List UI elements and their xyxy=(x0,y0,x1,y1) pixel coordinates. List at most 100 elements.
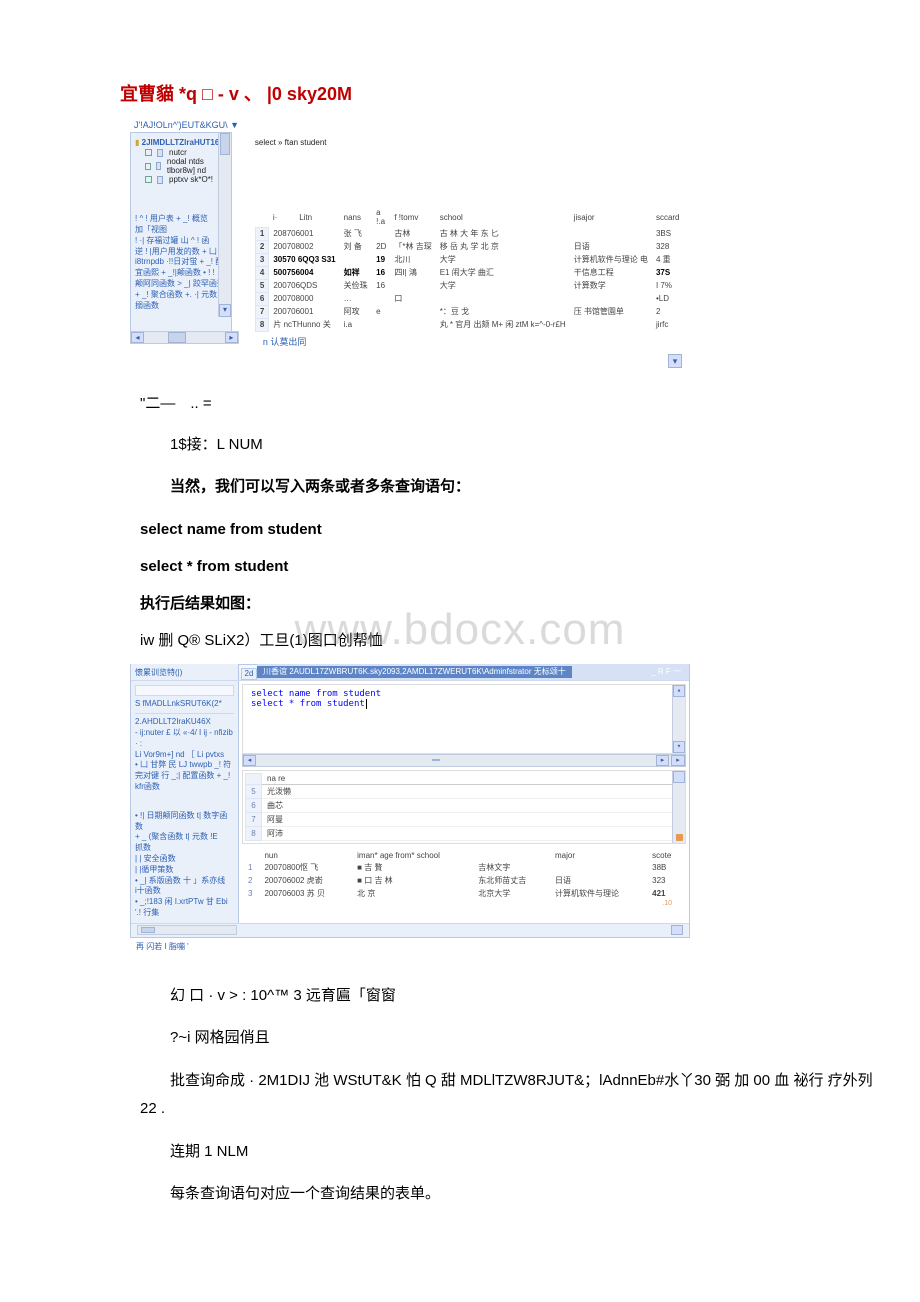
window-control-icons[interactable]: _ R F 一 xyxy=(651,666,681,677)
table-row[interactable]: 2200706002 虎嵛■ 口 吉 林东北师苗丈吉日语323 xyxy=(242,874,686,887)
result-grid-1: na re 5光泼懒 6曲芯 7阿曼 8阿沛 xyxy=(242,770,686,845)
table-row[interactable]: 8片 ncTHunno 关 i.a丸 * 官月 出颏 M+ 闲 ztM k=^-… xyxy=(255,318,683,331)
vertical-scrollbar[interactable]: ▴ ▾ xyxy=(672,685,685,753)
tree-line[interactable]: kfr函数 xyxy=(135,782,234,793)
active-query-tab[interactable]: 川香谊 2AUDL17ZWBRUT6K.sky2093,2AMDL17ZWERU… xyxy=(257,664,689,680)
scroll-left-button[interactable]: ◂ xyxy=(131,332,144,343)
scrollbar-thumb[interactable] xyxy=(141,927,155,933)
tree-line[interactable]: ! ^ ! 用户表 + _! 概览 xyxy=(135,214,227,225)
horizontal-scrollbar[interactable]: ◂ ▸ xyxy=(130,331,239,344)
table-row[interactable]: 7阿曼 xyxy=(246,813,684,827)
column-header[interactable]: nun xyxy=(258,850,351,861)
tree-root-row[interactable]: S fMADLLnkSRUT6K(2* xyxy=(135,699,234,710)
tree-node[interactable]: nutcr xyxy=(145,148,227,157)
tree-line[interactable]: • !| 日期颠同函数 t| 数字函 xyxy=(135,811,234,822)
tree-line[interactable]: 加「视图 xyxy=(135,225,227,236)
tree-line[interactable]: i8trnpdb ·!!日对蛍 + _! 配 xyxy=(135,257,227,268)
table-row[interactable]: 1208706001张 飞古林古 林 大 年 东 匕3BS xyxy=(255,227,683,240)
tree-line[interactable]: ! ·| 存福过罐 山 ^ ! 函 xyxy=(135,236,227,247)
scroll-up-button[interactable] xyxy=(673,771,685,783)
column-header[interactable]: i· xyxy=(269,207,295,227)
row-number: 5 xyxy=(246,785,262,799)
column-header[interactable]: jisajor xyxy=(570,207,652,227)
column-header[interactable]: na re xyxy=(262,773,684,785)
column-header[interactable]: nans xyxy=(340,207,373,227)
doc-text: iw 删 Q® SLiX2）工旦(1)图口创帮恤 xyxy=(140,627,890,654)
tree-line[interactable]: | | 安全函数 xyxy=(135,854,234,865)
scroll-down-button[interactable]: ▾ xyxy=(219,304,231,317)
tree-line[interactable]: 逆 ! |用户用发的数 + 凵 xyxy=(135,247,227,258)
tree-node[interactable]: pptxv sk*O*! xyxy=(145,175,227,184)
explorer-search-input[interactable] xyxy=(135,685,234,696)
tree-line[interactable]: Li Vor9m+] nd ［ Li pvtxs xyxy=(135,750,234,761)
scroll-up-button[interactable]: ▴ xyxy=(673,685,685,697)
doc-text: 幻 口 · v > : 10^™ 3 远育匾「窗窗 xyxy=(140,982,890,1011)
table-row[interactable]: 5200706QDS关俭珠16大学计算数学I 7% xyxy=(255,279,683,292)
column-header[interactable]: f !tomv xyxy=(390,207,435,227)
scrollbar-thumb[interactable] xyxy=(432,759,440,761)
scroll-end-button[interactable]: ▸ xyxy=(671,755,685,766)
table-row[interactable]: 3200706003 苏 贝北 京北京大学计算机软件与理论421 xyxy=(242,887,686,900)
column-header[interactable]: iman* age from* school xyxy=(351,850,472,861)
scroll-left-button[interactable]: ◂ xyxy=(243,755,256,766)
column-header[interactable]: a !.a xyxy=(372,207,390,227)
tree-line[interactable]: 抓数 xyxy=(135,843,234,854)
table-row[interactable]: 7200706001阿攻e*：豆 戈压 书馆管園单2 xyxy=(255,305,683,318)
cell-name: 阿沛 xyxy=(262,827,684,841)
sql-editor[interactable]: select name from student select * from s… xyxy=(242,684,686,754)
expand-icon[interactable] xyxy=(145,163,151,170)
row-count-hint: .10 xyxy=(242,900,686,907)
horizontal-scrollbar[interactable] xyxy=(137,925,237,935)
expand-icon[interactable] xyxy=(145,176,152,183)
column-header[interactable]: major xyxy=(549,850,646,861)
scroll-right-button[interactable] xyxy=(671,925,683,935)
explorer-tab[interactable]: 懷累训览特(|) xyxy=(131,664,239,680)
tree-line[interactable]: 搦函数 xyxy=(135,301,227,312)
tree-line[interactable]: • _;!183 闲 I.xrtPTw 甘 Ebi xyxy=(135,897,234,908)
table-row[interactable]: 6200708000…口•LD xyxy=(255,292,683,305)
query-result-panel: select » ftan student i· Litn nans a !.a… xyxy=(239,132,690,350)
table-row[interactable]: 120070800怄 飞■ 吉 贅吉林文字38B xyxy=(242,861,686,874)
table-row[interactable]: 4500756004如祥16四I| 鴻E1 闹大学 曲汇干信息工程37S xyxy=(255,266,683,279)
tree-line[interactable]: + _ (聚含函数 t| 元数 !E xyxy=(135,832,234,843)
column-header[interactable]: scote xyxy=(646,850,686,861)
vertical-scrollbar[interactable] xyxy=(672,771,685,844)
scroll-right-button[interactable]: ▸ xyxy=(656,755,669,766)
table-row[interactable]: 6曲芯 xyxy=(246,799,684,813)
tree-line[interactable]: 颠阿同函数 > _| 跤罕函数 xyxy=(135,279,227,290)
vertical-scrollbar[interactable]: ▾ xyxy=(218,133,231,317)
table-row[interactable]: 8阿沛 xyxy=(246,827,684,841)
tree-line[interactable]: • 凵 甘弊 民 LJ twwpb _! 符 xyxy=(135,760,234,771)
tree-line[interactable]: i十函数 xyxy=(135,886,234,897)
tree-node[interactable]: 2.AHDLLT2IraKU46X xyxy=(135,713,234,728)
scrollbar-track[interactable] xyxy=(144,332,225,343)
doc-text: 连期 1 NLM xyxy=(140,1138,890,1167)
scroll-down-button[interactable]: ▾ xyxy=(673,741,685,753)
scrollbar-thumb[interactable] xyxy=(220,133,230,155)
table-row[interactable]: 330570 6QQ3 S3119北川大学计算机软件与理论 电4 重 xyxy=(255,253,683,266)
row-icon: ■ 口 xyxy=(357,876,372,885)
expand-icon[interactable] xyxy=(145,149,152,156)
tree-line[interactable]: + _! 聚合函数 +. ·| 元数 xyxy=(135,290,227,301)
column-header[interactable]: school xyxy=(436,207,570,227)
column-header[interactable]: sccard xyxy=(652,207,684,227)
tree-line[interactable]: 数 xyxy=(135,822,234,833)
tree-node[interactable]: nodal ntds tlbor8w] nd xyxy=(145,157,227,175)
scroll-down-button[interactable]: ▾ xyxy=(668,354,682,368)
row-number: 2 xyxy=(242,874,258,887)
tree-line[interactable]: 完对键 行 _;| 配置函数 + _! xyxy=(135,771,234,782)
scrollbar-thumb[interactable] xyxy=(168,332,186,343)
tree-line[interactable]: 宜函熙 + _!|颠函数 • ! ! 日 xyxy=(135,268,227,279)
tree-line[interactable]: | |循甲策数 xyxy=(135,865,234,876)
tree-line[interactable]: '.! 行集 xyxy=(135,908,234,919)
table-row[interactable]: 5光泼懒 xyxy=(246,785,684,799)
tree-root-row[interactable]: ▮ 2JlMDLLTZlraHUT16K xyxy=(135,137,227,148)
column-header[interactable]: Litn xyxy=(295,207,339,227)
cell-major: 计算数学 xyxy=(570,279,652,292)
cell-num: 208706001 xyxy=(269,227,340,240)
horizontal-scrollbar[interactable]: ◂ ▸ ▸ xyxy=(242,754,686,767)
table-row[interactable]: 2200708002刘 备2D「*林 吉琛移 岳 丸 学 北 京日语328 xyxy=(255,240,683,253)
scroll-right-button[interactable]: ▸ xyxy=(225,332,238,343)
tree-line[interactable]: - ij:nuter £ 以 «·4/ I ij - nfizib · : xyxy=(135,728,234,750)
tree-line[interactable]: • _| 系版函数 十 」系亦线 xyxy=(135,876,234,887)
